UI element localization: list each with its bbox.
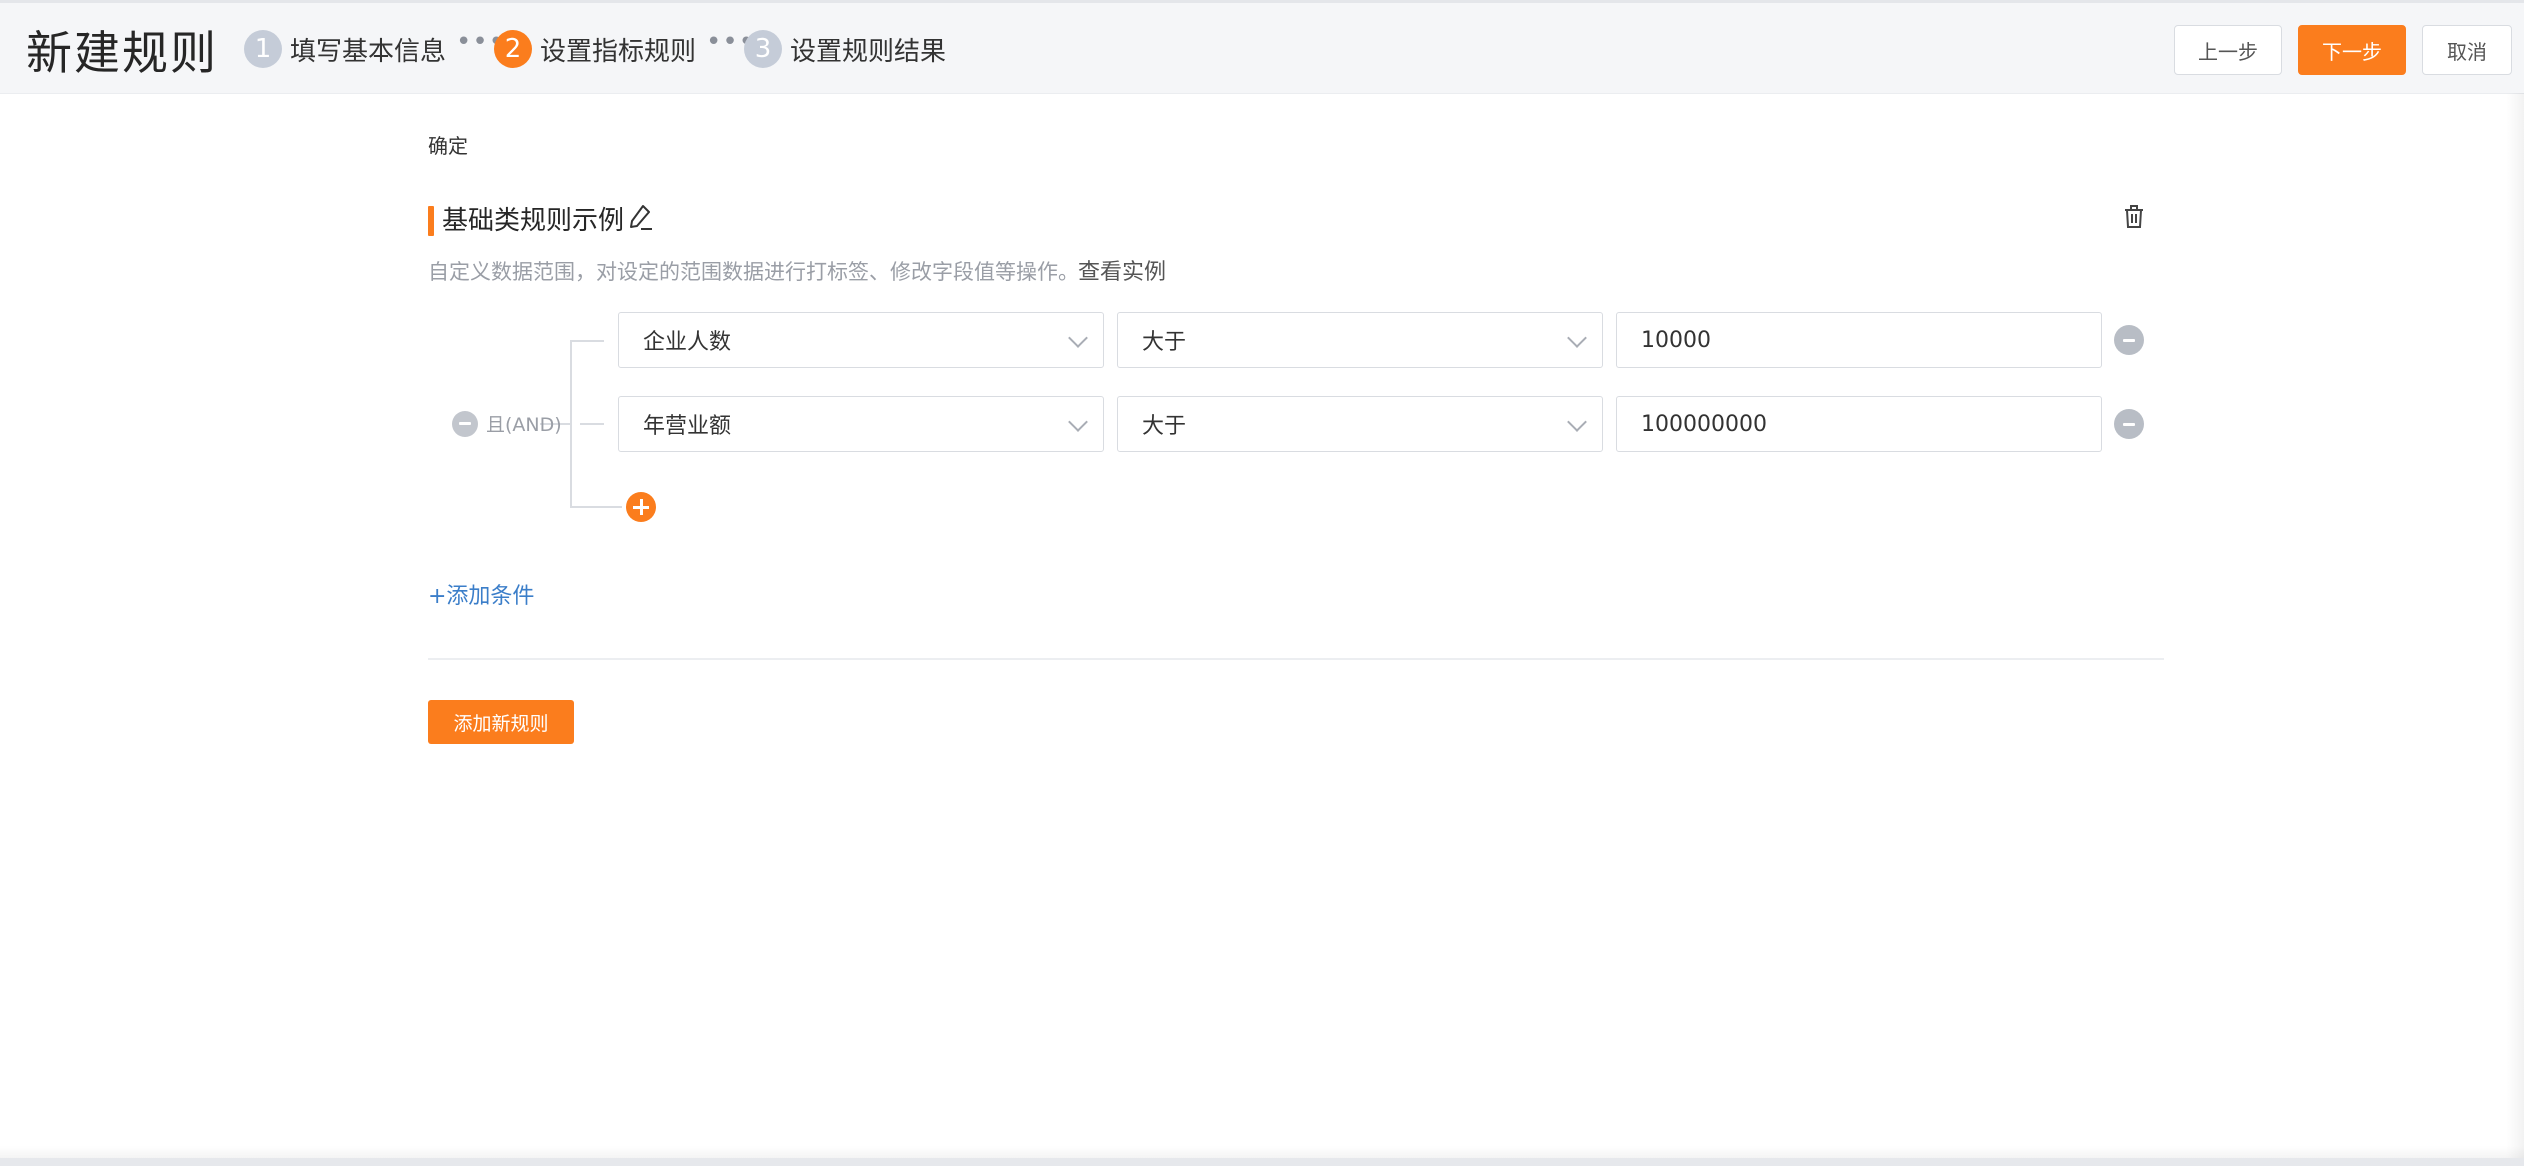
trash-icon[interactable] xyxy=(2122,204,2146,230)
step-1-label: 填写基本信息 xyxy=(290,36,447,67)
cancel-button[interactable]: 取消 xyxy=(2422,25,2512,75)
remove-condition-button[interactable] xyxy=(2114,409,2144,439)
remove-condition-button[interactable] xyxy=(2114,325,2144,355)
logic-operator-label: 且(AND) xyxy=(486,414,562,436)
condition-value-text: 10000 xyxy=(1641,327,1711,353)
condition-value-input[interactable]: 100000000 xyxy=(1616,396,2102,452)
step-1-number: 1 xyxy=(244,30,282,68)
step-2: 2 设置指标规则 xyxy=(494,29,696,69)
tree-connector xyxy=(570,340,604,342)
step-1: 1 填写基本信息 xyxy=(244,29,446,69)
rule-description: 自定义数据范围，对设定的范围数据进行打标签、修改字段值等操作。 xyxy=(428,260,1079,284)
confirm-link[interactable]: 确定 xyxy=(428,130,468,159)
step-3-number: 3 xyxy=(744,30,782,68)
prev-step-button[interactable]: 上一步 xyxy=(2174,25,2282,75)
condition-operator-select[interactable]: 大于 xyxy=(1117,396,1603,452)
logic-operator-toggle[interactable]: 且(AND) xyxy=(452,410,562,437)
next-step-button[interactable]: 下一步 xyxy=(2298,25,2406,75)
tree-connector xyxy=(580,423,604,425)
chevron-down-icon xyxy=(1068,412,1088,432)
condition-field-select[interactable]: 企业人数 xyxy=(618,312,1104,368)
tree-connector xyxy=(570,340,572,508)
step-2-label: 设置指标规则 xyxy=(540,36,697,67)
minus-circle-icon[interactable] xyxy=(2114,409,2144,439)
add-condition-link[interactable]: +添加条件 xyxy=(428,578,534,610)
step-2-number: 2 xyxy=(494,30,532,68)
condition-operator-select[interactable]: 大于 xyxy=(1117,312,1603,368)
condition-value-input[interactable]: 10000 xyxy=(1616,312,2102,368)
condition-value-text: 100000000 xyxy=(1641,411,1767,437)
add-new-rule-button[interactable]: 添加新规则 xyxy=(428,700,574,744)
step-3-label: 设置规则结果 xyxy=(790,36,947,67)
page-title: 新建规则 xyxy=(26,26,218,80)
condition-operator-value: 大于 xyxy=(1142,414,1187,439)
scroll-shadow xyxy=(2506,93,2524,1160)
chevron-down-icon xyxy=(1068,328,1088,348)
divider xyxy=(428,658,2164,660)
pencil-icon[interactable] xyxy=(626,202,654,232)
rule-title: 基础类规则示例 xyxy=(442,206,625,236)
condition-field-value: 年营业额 xyxy=(643,414,732,439)
page-header: 新建规则 1 填写基本信息 ••• 2 设置指标规则 ••• 3 设置规则结果 … xyxy=(0,3,2524,94)
step-3: 3 设置规则结果 xyxy=(744,29,946,69)
condition-operator-value: 大于 xyxy=(1142,330,1187,355)
chevron-down-icon xyxy=(1567,412,1587,432)
minus-circle-icon[interactable] xyxy=(452,410,478,437)
chevron-down-icon xyxy=(1567,328,1587,348)
view-example-link[interactable]: 查看实例 xyxy=(1078,254,1166,286)
condition-field-select[interactable]: 年营业额 xyxy=(618,396,1104,452)
tree-connector xyxy=(570,506,622,508)
condition-field-value: 企业人数 xyxy=(643,330,732,355)
plus-circle-icon[interactable] xyxy=(626,492,656,522)
rule-accent-bar xyxy=(428,206,434,236)
minus-circle-icon[interactable] xyxy=(2114,325,2144,355)
bottom-bar xyxy=(0,1158,2524,1166)
